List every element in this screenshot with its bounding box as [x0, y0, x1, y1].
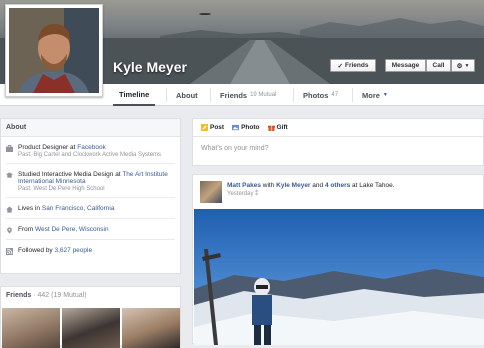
composer-gift-label: Gift	[276, 124, 288, 131]
divider	[6, 163, 175, 164]
story-others-link[interactable]: 4 others	[325, 182, 350, 189]
composer-tab-gift[interactable]: Gift	[267, 124, 288, 131]
story-author-link[interactable]: Matt Pakes	[227, 182, 261, 189]
tab-timeline[interactable]: Timeline	[113, 84, 156, 106]
about-work-link[interactable]: Facebook	[77, 144, 106, 151]
rss-icon	[6, 248, 13, 255]
about-title: About	[1, 119, 180, 137]
tab-about[interactable]: About	[170, 84, 204, 106]
settings-menu-button[interactable]: ⚙ ▼	[451, 59, 475, 72]
story-timestamp[interactable]: Yesterday	[227, 191, 253, 197]
profile-picture[interactable]	[5, 4, 103, 97]
avatar[interactable]	[200, 181, 222, 203]
friends-panel-header: Friends · 442 (19 Mutual)	[1, 287, 180, 305]
friend-thumbnail[interactable]	[122, 308, 180, 348]
graduation-cap-icon	[6, 172, 13, 178]
about-edu-past: Past: West De Pere High School	[18, 186, 105, 192]
tab-photos-label: Photos	[303, 90, 329, 100]
story-tagged-link[interactable]: Kyle Meyer	[276, 182, 310, 189]
about-work-past: Past: Big Cartel and Clockwork Active Me…	[18, 152, 162, 158]
story-photo[interactable]	[194, 209, 484, 345]
about-work: Product Designer at Facebook Past: Big C…	[1, 144, 180, 158]
tab-friends-mutual: 19 Mutual	[250, 92, 277, 98]
about-lives-text: Lives in	[18, 205, 42, 212]
location-pin-icon	[7, 227, 12, 234]
about-edu-text: Studied Interactive Media Design at	[18, 171, 123, 178]
about-followers: Followed by 3,627 people	[1, 247, 180, 255]
composer-tabs: Post Photo Gift	[193, 119, 483, 137]
story-location-text: at Lake Tahoe.	[350, 182, 395, 189]
divider	[6, 218, 175, 219]
tab-more-label: More	[362, 90, 380, 100]
friends-panel-count: · 442 (19 Mutual)	[33, 292, 87, 299]
friends-audience-icon: ⁑	[255, 191, 259, 197]
composer-tab-photo[interactable]: Photo	[232, 124, 260, 131]
call-button[interactable]: Call	[426, 59, 451, 72]
about-from-link[interactable]: West De Pere, Wisconsin	[35, 226, 109, 233]
tab-divider	[166, 88, 167, 102]
call-button-label: Call	[432, 62, 445, 69]
friends-button[interactable]: ✓ Friends	[330, 59, 376, 72]
tab-friends[interactable]: Friends 19 Mutual	[214, 84, 282, 106]
divider	[6, 239, 175, 240]
tab-photos[interactable]: Photos 47	[297, 84, 344, 106]
divider	[6, 197, 175, 198]
tab-photos-count: 47	[331, 92, 339, 98]
status-input[interactable]: What's on your mind?	[193, 137, 483, 160]
about-from: From West De Pere, Wisconsin	[1, 226, 180, 234]
tab-divider	[352, 88, 353, 102]
gear-icon: ⚙	[456, 62, 463, 70]
profile-name: Kyle Meyer	[113, 59, 187, 75]
message-button-label: Message	[391, 62, 420, 69]
message-button[interactable]: Message	[385, 59, 426, 72]
about-education: Studied Interactive Media Design at The …	[1, 171, 180, 192]
post-composer: Post Photo Gift What's on your mind?	[192, 118, 484, 166]
tab-timeline-label: Timeline	[119, 89, 150, 99]
story-with-text: with	[260, 182, 277, 189]
composer-post-label: Post	[210, 124, 225, 131]
chevron-down-icon: ▼	[464, 62, 470, 69]
about-work-text: Product Designer at	[18, 144, 78, 151]
about-followers-link[interactable]: 3,627 people	[55, 247, 93, 254]
story-header: Matt Pakes with Kyle Meyer and 4 others …	[193, 175, 483, 209]
chevron-down-icon: ▼	[382, 92, 388, 98]
about-followers-text: Followed by	[18, 247, 55, 254]
friend-thumbnail[interactable]	[62, 308, 120, 348]
about-lives: Lives in San Francisco, California	[1, 205, 180, 213]
friend-thumbnails	[2, 308, 180, 348]
check-icon: ✓	[337, 62, 343, 70]
story-meta: Yesterday ⁑	[227, 190, 395, 197]
photo-icon	[232, 124, 240, 131]
tab-divider	[293, 88, 294, 102]
tab-more[interactable]: More ▼	[356, 84, 394, 106]
friend-thumbnail[interactable]	[2, 308, 60, 348]
tab-about-label: About	[176, 90, 198, 100]
composer-photo-label: Photo	[241, 124, 260, 131]
gift-icon	[267, 125, 275, 131]
briefcase-icon	[6, 145, 13, 152]
about-panel: About Product Designer at Facebook Past:…	[0, 118, 181, 274]
tab-divider	[210, 88, 211, 102]
story-and-text: and	[310, 182, 325, 189]
friends-panel-title[interactable]: Friends	[6, 292, 31, 299]
feed-story: Matt Pakes with Kyle Meyer and 4 others …	[192, 174, 484, 345]
home-icon	[6, 206, 13, 213]
friends-panel: Friends · 442 (19 Mutual)	[0, 286, 181, 348]
story-text: Matt Pakes with Kyle Meyer and 4 others …	[227, 181, 395, 190]
tab-friends-label: Friends	[220, 90, 248, 100]
about-lives-link[interactable]: San Francisco, California	[42, 205, 115, 212]
composer-tab-post[interactable]: Post	[201, 124, 224, 131]
friends-button-label: Friends	[344, 62, 369, 69]
pencil-icon	[201, 124, 208, 131]
about-from-text: From	[18, 226, 35, 233]
